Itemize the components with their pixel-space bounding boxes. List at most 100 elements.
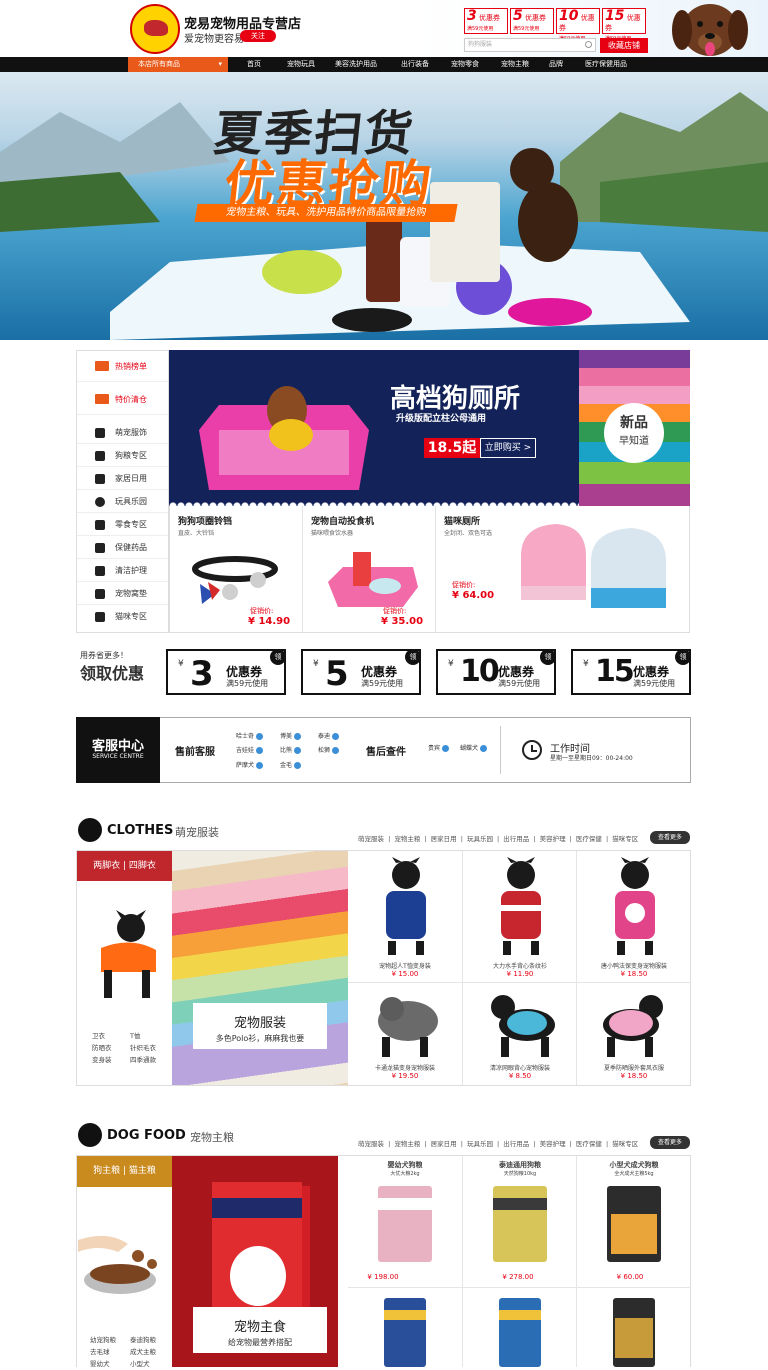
- featured-products: 狗狗项圈铃铛 直皮、大铃铛 促销价: ¥ 14.90 宠物自动投食机 猫咪喂食饮…: [169, 506, 690, 633]
- side-menu-item[interactable]: 家居日用: [77, 467, 168, 490]
- side-menu-item[interactable]: 特价清仓: [77, 384, 168, 415]
- product-card[interactable]: [348, 1288, 463, 1367]
- agent-link[interactable]: 吉娃娃: [236, 745, 263, 754]
- product-card[interactable]: [463, 1288, 577, 1367]
- category-caption[interactable]: 宠物服装 多色Polo衫，麻麻我也要: [193, 1003, 327, 1049]
- dog-bowl-image: [78, 1235, 157, 1294]
- service-title-box: 客服中心 SERVICE CENTRE: [76, 717, 160, 783]
- sub-category[interactable]: 卫衣: [92, 1030, 105, 1042]
- section-subtitle: 萌宠服装: [175, 826, 219, 839]
- nav-item[interactable]: 首页: [247, 57, 261, 72]
- product-card[interactable]: 夏季防晒服外套风衣服 ¥ 18.50: [577, 983, 691, 1085]
- claim-tag[interactable]: 领: [270, 649, 286, 665]
- product-image: [603, 995, 663, 1057]
- dog-clothes-image: [101, 910, 156, 998]
- product-card[interactable]: 唐小鸭法保变身宠物服装 ¥ 18.50: [577, 851, 691, 983]
- side-menu-item[interactable]: 萌宠服饰: [77, 421, 168, 444]
- shirt-icon: [95, 428, 105, 438]
- side-menu-item[interactable]: 狗粮专区: [77, 444, 168, 467]
- agent-link[interactable]: 萨摩犬: [236, 760, 263, 769]
- claim-tag[interactable]: 领: [540, 649, 556, 665]
- agent-link[interactable]: 博美: [280, 731, 301, 740]
- sub-category[interactable]: 四季通款: [130, 1054, 156, 1066]
- search-input[interactable]: 狗狗服装: [464, 38, 596, 52]
- sub-category[interactable]: 泰迪狗粮: [130, 1334, 156, 1346]
- category-caption[interactable]: 宠物主食 给宠物最营养搭配: [193, 1307, 327, 1353]
- agent-link[interactable]: 泰迪: [318, 731, 339, 740]
- coupon-card[interactable]: ¥ 5 优惠券 满59元使用 领: [301, 649, 421, 695]
- product-image: [613, 1298, 655, 1367]
- coupon-card[interactable]: ¥ 3 优惠券 满59元使用 领: [166, 649, 286, 695]
- mini-coupon[interactable]: 3 优惠券 满59元使用: [464, 8, 508, 34]
- favorite-shop-button[interactable]: 收藏店铺: [600, 38, 648, 53]
- sub-category[interactable]: 去毛球: [90, 1346, 110, 1358]
- sub-category[interactable]: 防晒衣: [92, 1042, 112, 1054]
- search-icon[interactable]: [585, 41, 592, 48]
- product-card[interactable]: 泰迪通用狗粮 天然狗粮10kg ¥ 278.00: [463, 1156, 577, 1288]
- polo-shirts-image[interactable]: [172, 851, 348, 1085]
- medkit-icon: [95, 543, 105, 553]
- nav-item[interactable]: 宠物玩具: [287, 57, 315, 72]
- mini-coupon[interactable]: 10 优惠券满59元使用: [556, 8, 600, 42]
- agent-link[interactable]: 金毛: [280, 760, 301, 769]
- side-menu-item[interactable]: 宠物窝垫: [77, 582, 168, 605]
- sub-category[interactable]: T恤: [130, 1030, 140, 1042]
- product-card[interactable]: 狗狗项圈铃铛 直皮、大铃铛 促销价: ¥ 14.90: [170, 506, 303, 632]
- agent-link[interactable]: 贵宾: [428, 743, 449, 752]
- all-products-menu[interactable]: 本店所有商品: [128, 57, 228, 72]
- view-more-button[interactable]: 查看更多: [650, 831, 690, 844]
- product-card[interactable]: 卡通龙猫变身宠物服装 ¥ 19.50: [348, 983, 463, 1085]
- product-card[interactable]: 猫咪厕所 全封闭、双色可选 促销价: ¥ 64.00: [436, 506, 690, 632]
- product-card[interactable]: 大力水手背心条纹衫 ¥ 11.90: [463, 851, 577, 983]
- agent-link[interactable]: 蝴蝶犬: [460, 743, 487, 752]
- nav-item[interactable]: 医疗保健用品: [585, 57, 627, 72]
- hero-banner[interactable]: 夏季扫货 优惠抢购 宠物主粮、玩具、洗护用品特价商品限量抢购: [0, 72, 768, 340]
- dogfood-tab[interactable]: 狗主粮 | 猫主粮: [77, 1156, 172, 1187]
- side-menu-item[interactable]: 零食专区: [77, 513, 168, 536]
- sub-category[interactable]: 婴幼犬: [90, 1358, 110, 1370]
- coupon-card[interactable]: ¥ 10 优惠券 满59元使用 领: [436, 649, 556, 695]
- mini-coupon[interactable]: 15 优惠券满59元使用: [602, 8, 646, 42]
- product-card[interactable]: 宠物自动投食机 猫咪喂食饮水器 促销价: ¥ 35.00: [303, 506, 436, 632]
- section-links[interactable]: 萌宠服装 | 宠物主粮 | 居家日用 | 玩具乐园 | 出行用品 | 美容护理 …: [358, 833, 638, 843]
- clothes-tab[interactable]: 两脚衣 | 四脚衣: [77, 851, 172, 881]
- claim-tag[interactable]: 领: [405, 649, 421, 665]
- side-menu-item[interactable]: 热销榜单: [77, 351, 168, 382]
- section-links[interactable]: 萌宠服装 | 宠物主粮 | 居家日用 | 玩具乐园 | 出行用品 | 美容护理 …: [358, 1138, 638, 1148]
- agent-link[interactable]: 比熊: [280, 745, 301, 754]
- shirt-icon: [78, 818, 102, 842]
- buy-now-button[interactable]: 立即购买 >: [480, 438, 536, 458]
- store-logo[interactable]: [130, 4, 180, 54]
- sub-category[interactable]: 幼宠狗粮: [90, 1334, 116, 1346]
- product-card[interactable]: [577, 1288, 691, 1367]
- mini-coupon[interactable]: 5 优惠券 满59元使用: [510, 8, 554, 34]
- claim-tag[interactable]: 领: [675, 649, 691, 665]
- ball-icon: [95, 497, 105, 507]
- product-card[interactable]: 小型犬成犬狗粮 全犬成犬主粮5kg ¥ 60.00: [577, 1156, 691, 1288]
- nav-item[interactable]: 宠物主粮: [501, 57, 529, 72]
- side-menu-item[interactable]: 玩具乐园: [77, 490, 168, 513]
- side-menu-item[interactable]: 清洁护理: [77, 559, 168, 582]
- nav-item[interactable]: 品牌: [549, 57, 563, 72]
- coupon-card[interactable]: ¥ 15 优惠券 满59元使用 领: [571, 649, 691, 695]
- product-card[interactable]: 宠物超人T恤变身装 ¥ 15.00: [348, 851, 463, 983]
- sub-category[interactable]: 针织毛衣: [130, 1042, 156, 1054]
- product-card[interactable]: 清凉网眼背心宠物服装 ¥ 8.50: [463, 983, 577, 1085]
- nav-item[interactable]: 出行装备: [401, 57, 429, 72]
- product-card[interactable]: 婴幼犬狗粮 大优大粮2kg ¥ 198.00: [348, 1156, 463, 1288]
- nav-item[interactable]: 宠物零食: [451, 57, 479, 72]
- sub-category[interactable]: 变身装: [92, 1054, 112, 1066]
- nav-item[interactable]: 美容洗护用品: [335, 57, 377, 72]
- view-more-button[interactable]: 查看更多: [650, 1136, 690, 1149]
- sub-category[interactable]: 小型犬: [130, 1358, 150, 1370]
- section-title: DOG FOOD: [107, 1128, 186, 1143]
- promo-title: 高档狗厕所: [390, 384, 521, 414]
- promo-banner[interactable]: [169, 350, 579, 506]
- agent-link[interactable]: 松狮: [318, 745, 339, 754]
- sub-category[interactable]: 成犬主粮: [130, 1346, 156, 1358]
- side-menu-item[interactable]: 猫咪专区: [77, 605, 168, 628]
- agent-link[interactable]: 哈士奇: [236, 731, 263, 740]
- clock-icon: [522, 740, 542, 760]
- follow-button[interactable]: 关注: [240, 30, 276, 42]
- side-menu-item[interactable]: 保健药品: [77, 536, 168, 559]
